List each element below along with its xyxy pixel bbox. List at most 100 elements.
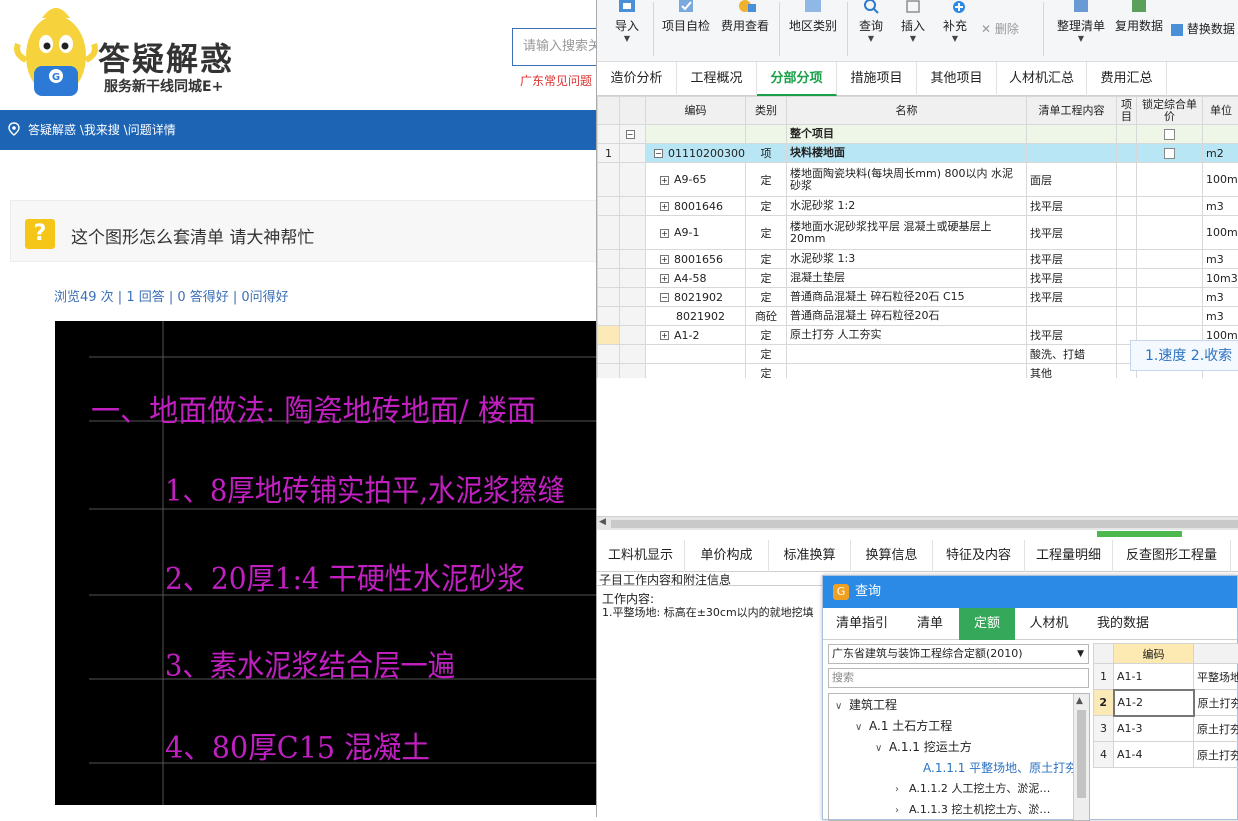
cell-code[interactable]: 8021902 xyxy=(646,307,746,326)
cell-content[interactable]: 找平层 xyxy=(1027,250,1117,269)
scroll-up-icon[interactable]: ▲ xyxy=(1076,696,1083,706)
tree-node[interactable]: ∨建筑工程 xyxy=(835,696,897,713)
cell-name[interactable]: 整个项目 xyxy=(787,125,1027,144)
cell-item[interactable] xyxy=(1117,216,1137,250)
cell-code[interactable]: +8001646 xyxy=(646,197,746,216)
cell-content[interactable]: 找平层 xyxy=(1027,288,1117,307)
tree-node[interactable]: ∨A.1 土石方工程 xyxy=(855,717,952,734)
reuse-data-button[interactable]: 复用数据 xyxy=(1113,0,1165,60)
tab-labor-material[interactable]: 人材机 xyxy=(1019,608,1079,640)
tab-quantity-detail[interactable]: 工程量明细 xyxy=(1025,540,1113,572)
arrange-list-button[interactable]: 整理清单 ▼ xyxy=(1053,0,1109,60)
table-row[interactable]: 2A1-2原土打夯 xyxy=(1094,690,1238,716)
cell-content[interactable]: 找平层 xyxy=(1027,216,1117,250)
search-input[interactable]: 请输入搜索关 xyxy=(512,28,596,66)
tab-my-data[interactable]: 我的数据 xyxy=(1085,608,1161,640)
cell-name[interactable]: 原土打夯 xyxy=(1194,690,1238,716)
cell-type[interactable]: 定 xyxy=(746,269,787,288)
question-stats[interactable]: 浏览49 次 | 1 回答 | 0 答得好 | 0问得好 xyxy=(54,286,289,305)
cell-unit[interactable]: m3 xyxy=(1203,288,1238,307)
header-unit[interactable]: 单位 xyxy=(1203,97,1238,125)
header-type[interactable]: 类别 xyxy=(746,97,787,125)
cell-type[interactable]: 项 xyxy=(746,144,787,163)
cell-unit[interactable]: 10m3 xyxy=(1203,269,1238,288)
tab-cost-analysis[interactable]: 造价分析 xyxy=(597,62,677,96)
expand-icon[interactable]: + xyxy=(660,274,669,283)
row-expander-cell[interactable]: − xyxy=(620,125,646,144)
cell-item[interactable] xyxy=(1117,197,1137,216)
supplement-button[interactable]: 补充 ▼ xyxy=(937,0,973,60)
cell-item[interactable] xyxy=(1117,307,1137,326)
cell-content[interactable] xyxy=(1027,125,1117,144)
cell-name[interactable] xyxy=(787,345,1027,364)
quota-library-select[interactable]: 广东省建筑与装饰工程综合定额(2010) ▼ xyxy=(828,644,1089,664)
row-expander-cell[interactable] xyxy=(620,197,646,216)
tab-bill[interactable]: 清单 xyxy=(903,608,957,640)
cell-item[interactable] xyxy=(1117,163,1137,197)
replace-data-button[interactable]: 替换数据 xyxy=(1171,20,1235,37)
cell-type[interactable]: 定 xyxy=(746,197,787,216)
expand-icon[interactable]: + xyxy=(660,176,669,185)
header-code[interactable]: 编码 xyxy=(646,97,746,125)
hot-question-link[interactable]: 广东常见问题 xyxy=(520,72,592,89)
tab-material-display[interactable]: 工料机显示 xyxy=(597,540,685,572)
tab-standard-convert[interactable]: 标准换算 xyxy=(769,540,851,572)
cell-code[interactable]: −011102003001 xyxy=(646,144,746,163)
cell-name[interactable]: 混凝土垫层 xyxy=(787,269,1027,288)
cell-lock[interactable] xyxy=(1137,163,1203,197)
insert-button[interactable]: 插入 ▼ xyxy=(895,0,931,60)
chevron-down-icon[interactable]: ∨ xyxy=(835,701,849,712)
cell-item[interactable] xyxy=(1117,288,1137,307)
row-expander-cell[interactable] xyxy=(620,288,646,307)
collapse-icon[interactable]: − xyxy=(660,293,669,302)
cell-lock[interactable] xyxy=(1137,216,1203,250)
cell-content[interactable]: 找平层 xyxy=(1027,269,1117,288)
tab-bill-guide[interactable]: 清单指引 xyxy=(827,608,897,640)
cell-type[interactable]: 定 xyxy=(746,345,787,364)
cell-lock[interactable] xyxy=(1137,250,1203,269)
row-expander-cell[interactable] xyxy=(620,345,646,364)
cell-type[interactable]: 定 xyxy=(746,163,787,197)
expand-icon[interactable]: + xyxy=(660,202,669,211)
cell-lock[interactable] xyxy=(1137,307,1203,326)
cell-unit[interactable] xyxy=(1203,125,1238,144)
cell-content[interactable]: 面层 xyxy=(1027,163,1117,197)
expand-icon[interactable]: + xyxy=(660,255,669,264)
chevron-right-icon[interactable]: › xyxy=(895,805,909,816)
cell-lock[interactable] xyxy=(1137,144,1203,163)
cell-type[interactable]: 定 xyxy=(746,288,787,307)
tree-node[interactable]: ›A.1.1.2 人工挖土方、淤泥… xyxy=(895,780,1050,796)
cell-code[interactable]: +A1-2 xyxy=(646,326,746,345)
cell-name[interactable]: 原土打夯 xyxy=(1194,716,1238,742)
cell-type[interactable]: 定 xyxy=(746,250,787,269)
cell-name[interactable]: 水泥砂浆 1:2 xyxy=(787,197,1027,216)
scroll-thumb[interactable] xyxy=(611,520,1238,528)
table-row[interactable]: 4A1-4原土打夯 xyxy=(1094,742,1238,768)
cell-unit[interactable]: 100m2 xyxy=(1203,163,1238,197)
lock-checkbox[interactable] xyxy=(1164,148,1175,159)
tree-scrollbar[interactable]: ▲ xyxy=(1073,694,1089,821)
breadcrumb-text[interactable]: 答疑解惑 \我来搜 \问题详情 xyxy=(28,123,176,137)
table-row[interactable]: +8001656定水泥砂浆 1:3找平层m3 xyxy=(598,250,1238,269)
tab-quota[interactable]: 定额 xyxy=(959,608,1015,640)
table-row[interactable]: 8021902商砼普通商品混凝土 碎石粒径20石m3 xyxy=(598,307,1238,326)
row-expander-cell[interactable] xyxy=(620,216,646,250)
horizontal-scrollbar[interactable]: ◀ xyxy=(597,516,1238,530)
cell-lock[interactable] xyxy=(1137,269,1203,288)
cell-item[interactable] xyxy=(1117,250,1137,269)
cell-type[interactable] xyxy=(746,125,787,144)
tab-measures[interactable]: 措施项目 xyxy=(837,62,917,96)
table-row[interactable]: +A4-58定混凝土垫层找平层10m3 xyxy=(598,269,1238,288)
cell-code[interactable] xyxy=(646,345,746,364)
table-row[interactable]: +8001646定水泥砂浆 1:2找平层m3 xyxy=(598,197,1238,216)
cell-name[interactable]: 水泥砂浆 1:3 xyxy=(787,250,1027,269)
expand-icon[interactable]: + xyxy=(660,229,669,238)
cell-code[interactable]: A1-1 xyxy=(1114,664,1194,690)
cell-lock[interactable] xyxy=(1137,125,1203,144)
cell-code[interactable]: A1-3 xyxy=(1114,716,1194,742)
cell-name[interactable]: 原土打夯 xyxy=(1194,742,1238,768)
tab-other-items[interactable]: 其他项目 xyxy=(917,62,997,96)
import-button[interactable]: 导入 ▼ xyxy=(607,0,647,60)
table-row[interactable]: +A9-65定楼地面陶瓷块料(每块周长mm) 800以内 水泥砂浆面层100m2 xyxy=(598,163,1238,197)
row-expander-cell[interactable] xyxy=(620,250,646,269)
